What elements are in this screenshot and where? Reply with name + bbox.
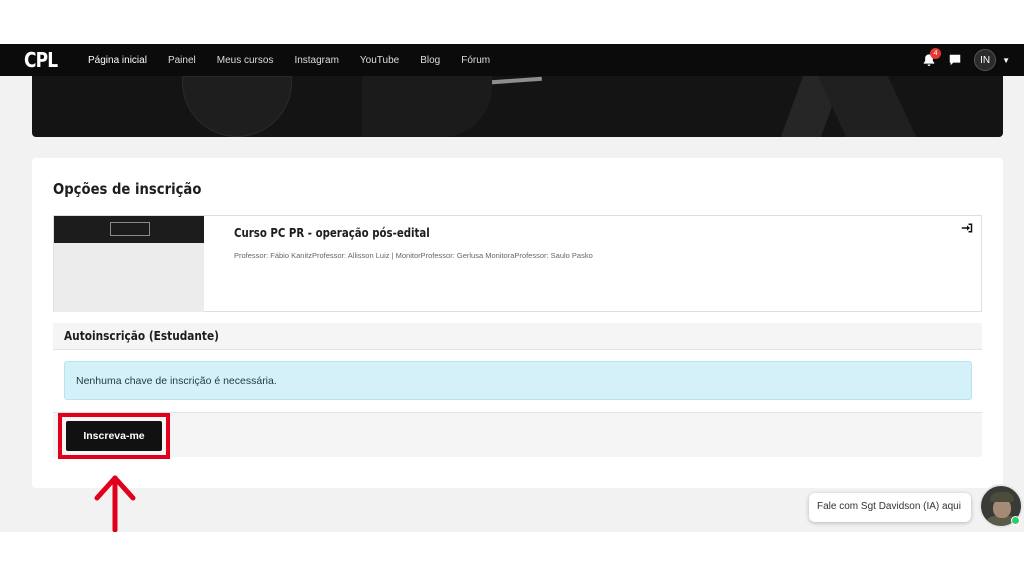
course-teachers: Professor: Fábio KanitzProfessor: Alliss… bbox=[234, 251, 593, 260]
self-enrolment-header: Autoinscrição (Estudante) bbox=[53, 323, 982, 350]
chat-bubble-icon[interactable] bbox=[948, 53, 962, 67]
self-enrolment-panel: Autoinscrição (Estudante) Nenhuma chave … bbox=[53, 323, 982, 459]
course-name-link[interactable]: Curso PC PR - operação pós-edital bbox=[234, 226, 430, 240]
course-banner-image bbox=[32, 76, 1003, 137]
nav-links: Página inicial Painel Meus cursos Instag… bbox=[88, 44, 511, 76]
notification-badge: 4 bbox=[930, 48, 942, 59]
info-alert-text: Nenhuma chave de inscrição é necessária. bbox=[76, 375, 277, 387]
nav-link-dashboard[interactable]: Painel bbox=[168, 55, 196, 66]
nav-link-home[interactable]: Página inicial bbox=[88, 55, 147, 66]
chat-widget-label[interactable]: Fale com Sgt Davidson (IA) aqui bbox=[809, 493, 971, 522]
enrol-me-button[interactable]: Inscreva-me bbox=[66, 421, 162, 451]
user-avatar[interactable]: IN bbox=[974, 49, 997, 71]
arrow-up-icon bbox=[94, 475, 136, 533]
site-logo[interactable]: CPL bbox=[24, 48, 58, 72]
page-title: Opções de inscrição bbox=[53, 180, 202, 198]
nav-link-forum[interactable]: Fórum bbox=[461, 55, 490, 66]
course-summary: Curso PC PR - operação pós-edital Profes… bbox=[53, 215, 982, 312]
info-alert: Nenhuma chave de inscrição é necessária. bbox=[64, 361, 972, 400]
self-enrolment-body: Nenhuma chave de inscrição é necessária. bbox=[53, 350, 982, 412]
chevron-down-icon[interactable]: ▼ bbox=[1002, 56, 1010, 65]
page-bottom-margin bbox=[0, 532, 1024, 576]
enrolment-options-card: Opções de inscrição Curso PC PR - operaç… bbox=[32, 158, 1003, 488]
nav-link-instagram[interactable]: Instagram bbox=[294, 55, 338, 66]
self-enrolment-title: Autoinscrição (Estudante) bbox=[64, 329, 219, 343]
nav-link-youtube[interactable]: YouTube bbox=[360, 55, 399, 66]
online-status-dot bbox=[1011, 516, 1020, 525]
self-enrolment-footer: Inscreva-me bbox=[53, 412, 982, 459]
course-image bbox=[54, 216, 204, 243]
enrol-button-highlight: Inscreva-me bbox=[58, 413, 170, 459]
course-thumbnail[interactable] bbox=[54, 216, 204, 312]
enter-course-icon[interactable] bbox=[961, 222, 973, 234]
chat-widget-text: Fale com Sgt Davidson (IA) aqui bbox=[817, 501, 961, 512]
nav-link-my-courses[interactable]: Meus cursos bbox=[217, 55, 274, 66]
top-navbar: CPL Página inicial Painel Meus cursos In… bbox=[0, 44, 1024, 76]
nav-link-blog[interactable]: Blog bbox=[420, 55, 440, 66]
page-top-margin bbox=[0, 0, 1024, 44]
nav-right-tools: 4 IN ▼ bbox=[922, 44, 1010, 76]
notifications-button[interactable]: 4 bbox=[922, 48, 942, 67]
